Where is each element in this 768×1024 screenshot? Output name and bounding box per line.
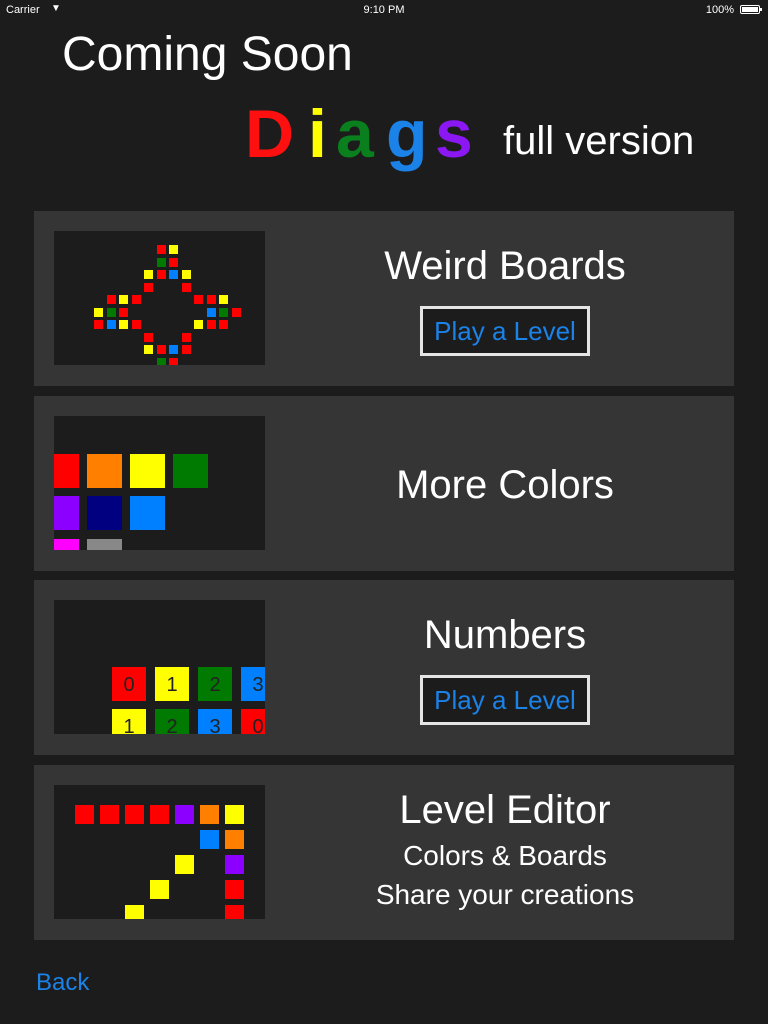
editor-cell <box>125 805 144 824</box>
feature-title: Weird Boards <box>384 244 626 288</box>
board-cell <box>219 320 228 329</box>
color-swatch <box>130 496 165 530</box>
editor-cell <box>75 805 94 824</box>
weird-board-preview <box>54 231 265 365</box>
color-swatch <box>54 496 79 530</box>
board-cell <box>231 307 241 317</box>
number-tile: 3 <box>198 709 232 734</box>
board-cell <box>169 270 178 279</box>
editor-cell <box>200 805 219 824</box>
board-cell <box>156 357 166 365</box>
board-cell <box>119 295 128 304</box>
board-cell <box>169 357 178 365</box>
board-cell <box>144 332 153 342</box>
board-cell <box>181 270 191 279</box>
color-swatch <box>54 539 79 550</box>
board-cell <box>106 295 116 304</box>
feature-card-weird-boards: Weird Boards Play a Level <box>34 211 734 386</box>
editor-cell <box>200 830 219 849</box>
board-cell <box>156 245 166 254</box>
board-cell <box>194 295 203 304</box>
board-cell <box>131 320 141 329</box>
board-cell <box>156 270 166 279</box>
color-swatch <box>87 454 122 488</box>
feature-card-numbers: 01231230 Numbers Play a Level <box>34 580 734 755</box>
back-button[interactable]: Back <box>36 969 89 997</box>
board-cell <box>169 345 178 354</box>
play-level-button[interactable]: Play a Level <box>420 675 590 725</box>
board-cell <box>119 307 128 317</box>
editor-cell <box>225 830 244 849</box>
color-swatch <box>87 539 122 550</box>
feature-title: Numbers <box>423 613 587 657</box>
feature-title: More Colors <box>396 463 614 507</box>
number-tile: 2 <box>198 667 232 701</box>
board-cell <box>181 282 191 292</box>
board-cell <box>131 295 141 304</box>
color-swatch <box>87 496 122 530</box>
board-cell <box>181 345 191 354</box>
board-cell <box>169 257 178 267</box>
board-cell <box>144 270 153 279</box>
subtitle: full version <box>503 119 695 163</box>
board-cell <box>94 320 103 329</box>
editor-cell <box>225 805 244 824</box>
logo-letter: s <box>435 96 473 172</box>
editor-cell <box>100 805 119 824</box>
color-swatch <box>130 454 165 488</box>
play-level-button[interactable]: Play a Level <box>420 306 590 356</box>
board-cell <box>219 295 228 304</box>
editor-cell <box>175 855 194 874</box>
status-time: 9:10 PM <box>363 4 405 16</box>
numbers-preview: 01231230 <box>54 600 265 734</box>
editor-cell <box>225 905 244 919</box>
editor-cell <box>225 855 244 874</box>
number-tile: 2 <box>155 709 189 734</box>
board-cell <box>94 307 103 317</box>
board-cell <box>206 320 216 329</box>
editor-cell <box>175 805 194 824</box>
page-title: Coming Soon <box>62 28 353 81</box>
status-bar: Carrier ▼ 9:10 PM 100% <box>0 0 768 20</box>
editor-cell <box>150 805 169 824</box>
battery-icon <box>740 5 762 14</box>
feature-card-level-editor: Level Editor Colors & Boards Share your … <box>34 765 734 940</box>
board-cell <box>206 295 216 304</box>
editor-cell <box>125 905 144 919</box>
battery-percent: 100% <box>705 4 734 16</box>
number-tile: 1 <box>112 709 146 734</box>
number-tile: 0 <box>241 709 265 734</box>
color-swatch <box>54 454 79 488</box>
feature-card-more-colors: More Colors <box>34 396 734 571</box>
editor-cell <box>225 880 244 899</box>
editor-cell <box>150 880 169 899</box>
board-cell <box>156 257 166 267</box>
number-tile: 1 <box>155 667 189 701</box>
colors-preview <box>54 416 265 550</box>
board-cell <box>181 332 191 342</box>
board-cell <box>169 245 178 254</box>
feature-title: Level Editor <box>399 788 611 832</box>
board-cell <box>144 345 153 354</box>
board-cell <box>106 307 116 317</box>
board-cell <box>194 320 203 329</box>
logo-letter: g <box>386 96 428 172</box>
board-cell <box>219 307 228 317</box>
board-cell <box>156 345 166 354</box>
logo-letter: D <box>245 96 295 172</box>
editor-preview <box>54 785 265 919</box>
board-cell <box>106 320 116 329</box>
board-cell <box>144 282 153 292</box>
feature-line: Share your creations <box>375 879 635 910</box>
board-cell <box>119 320 128 329</box>
logo-letter: a <box>336 96 374 172</box>
number-tile: 3 <box>241 667 265 701</box>
number-tile: 0 <box>112 667 146 701</box>
feature-line: Colors & Boards <box>403 840 607 871</box>
board-cell <box>206 307 216 317</box>
color-swatch <box>173 454 208 488</box>
logo-letter: i <box>308 96 327 172</box>
